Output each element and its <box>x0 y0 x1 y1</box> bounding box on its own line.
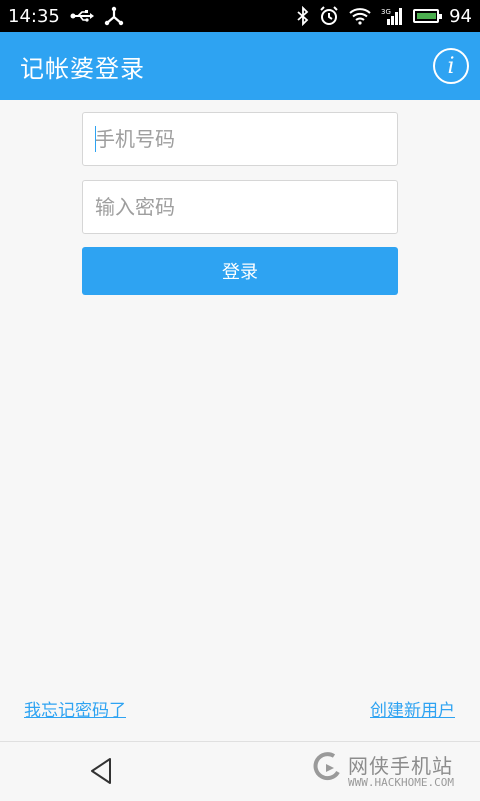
watermark: 网侠手机站 WWW.HACKHOME.COM <box>312 746 472 796</box>
login-button[interactable]: 登录 <box>82 247 398 295</box>
create-user-link[interactable]: 创建新用户 <box>370 696 455 721</box>
status-bar: 14:35 3G 94 <box>0 0 480 32</box>
status-time: 14:35 <box>8 5 60 27</box>
battery-icon <box>413 9 443 23</box>
alarm-icon <box>319 6 339 26</box>
signal-icon: 3G <box>381 7 403 25</box>
svg-text:3G: 3G <box>381 8 391 16</box>
status-right: 3G 94 <box>297 6 472 27</box>
battery-level: 94 <box>449 5 472 27</box>
app-bar: 记帐婆登录 i <box>0 32 480 100</box>
text-caret <box>95 126 96 152</box>
watermark-name: 网侠手机站 <box>348 754 453 778</box>
bluetooth-icon <box>297 6 309 26</box>
usb-icon <box>70 9 94 23</box>
wifi-icon <box>349 7 371 25</box>
watermark-logo-icon <box>312 752 342 782</box>
page-title: 记帐婆登录 <box>20 54 145 83</box>
info-icon[interactable]: i <box>433 48 469 84</box>
password-field[interactable] <box>82 180 398 234</box>
phone-input[interactable] <box>95 127 385 151</box>
watermark-url: WWW.HACKHOME.COM <box>348 776 454 789</box>
phone-field[interactable] <box>82 112 398 166</box>
status-left: 14:35 <box>8 6 124 27</box>
forgot-password-link[interactable]: 我忘记密码了 <box>24 696 126 721</box>
back-icon[interactable] <box>86 756 116 786</box>
password-input[interactable] <box>95 195 385 219</box>
navigation-bar: 网侠手机站 WWW.HACKHOME.COM <box>0 741 480 801</box>
share-icon <box>104 6 124 26</box>
